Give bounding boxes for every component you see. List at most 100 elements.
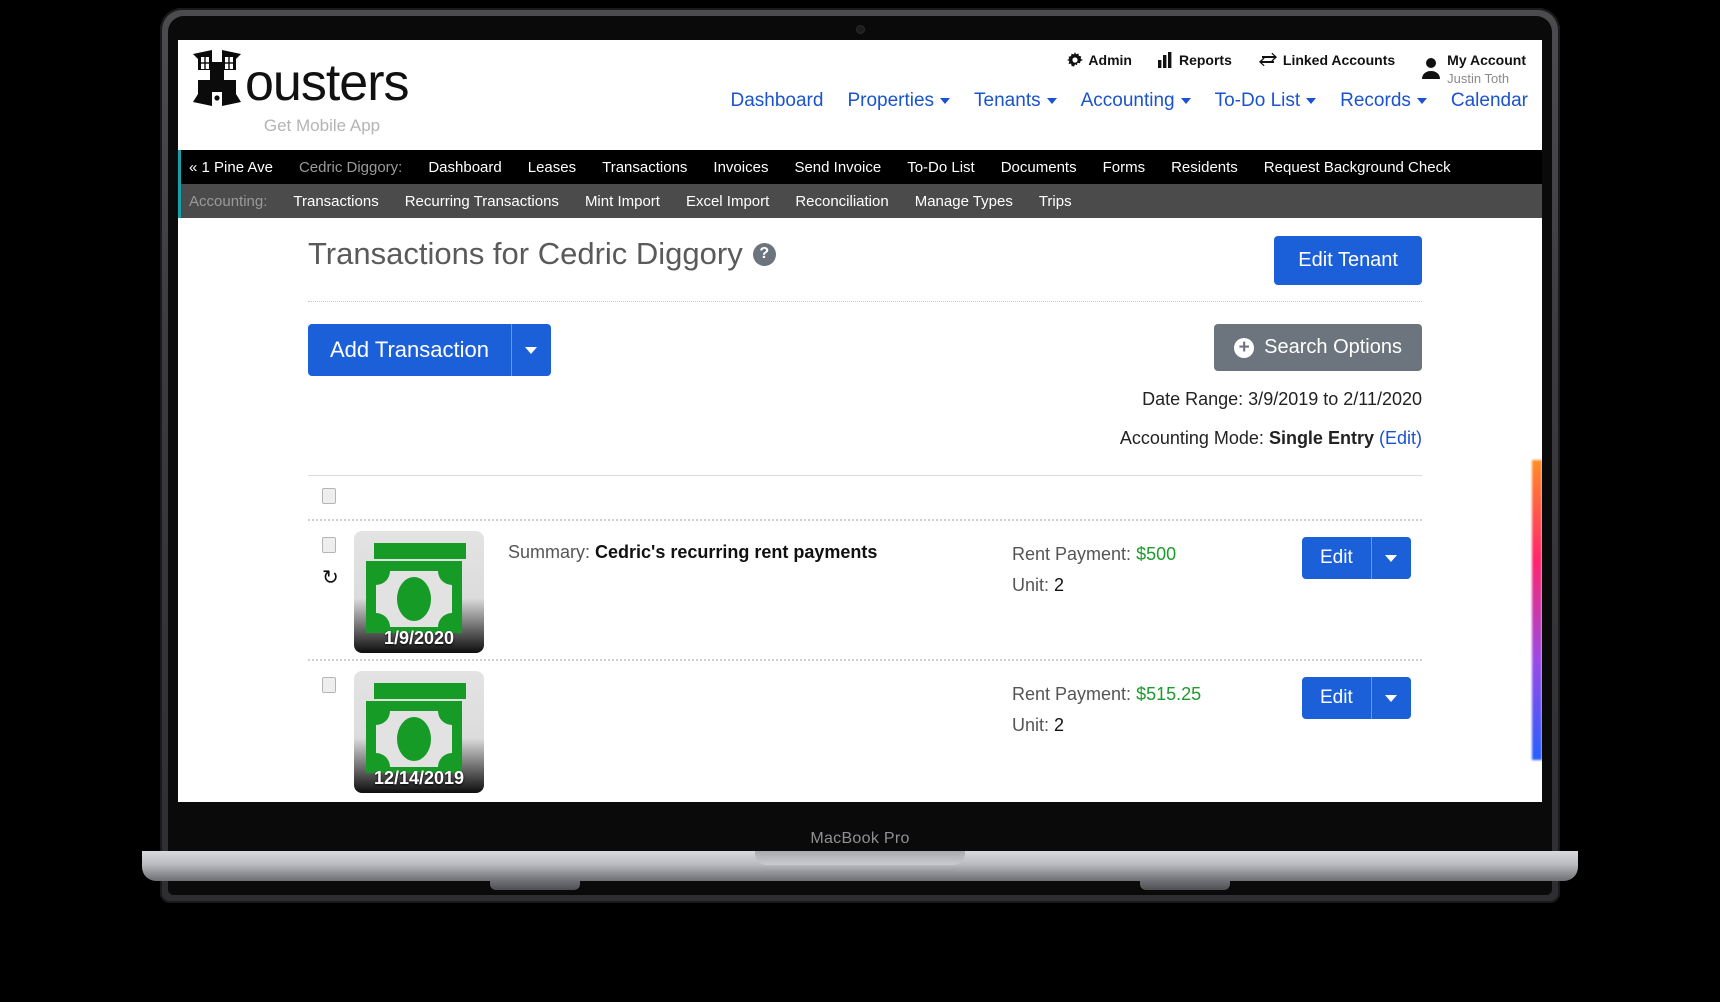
laptop-foot-right: [1140, 881, 1230, 890]
sub-item-recurring-transactions[interactable]: Recurring Transactions: [405, 193, 559, 210]
context-item-forms[interactable]: Forms: [1103, 159, 1146, 176]
add-transaction-dropdown-toggle[interactable]: [510, 324, 551, 376]
row-checkbox[interactable]: [322, 537, 336, 553]
main-content: Transactions for Cedric Diggory ? Edit T…: [178, 218, 1542, 799]
my-account-user: Justin Toth: [1447, 71, 1510, 86]
reports-label: Reports: [1178, 52, 1232, 68]
device-label: MacBook Pro: [810, 830, 910, 847]
accounting-sub-nav: Accounting: Transactions Recurring Trans…: [178, 184, 1542, 218]
laptop-frame: ousters Get Mobile App Admin Reports Lin…: [142, 8, 1578, 918]
title-divider: [308, 301, 1422, 302]
edit-button[interactable]: Edit: [1302, 677, 1371, 719]
laptop-base-notch: [755, 851, 965, 865]
question-mark-icon[interactable]: ?: [752, 242, 776, 266]
context-item-documents[interactable]: Documents: [1001, 159, 1077, 176]
transaction-actions: Edit: [1302, 671, 1422, 719]
context-item-transactions[interactable]: Transactions: [602, 159, 687, 176]
get-mobile-app-link[interactable]: Get Mobile App: [202, 116, 442, 136]
edit-button[interactable]: Edit: [1302, 537, 1371, 579]
nav-todo-list-label: To-Do List: [1214, 90, 1301, 111]
sub-item-mint-import[interactable]: Mint Import: [585, 193, 660, 210]
nav-tenants[interactable]: Tenants: [974, 90, 1057, 112]
search-options-button[interactable]: + Search Options: [1214, 324, 1422, 371]
brand-name: ousters: [245, 54, 410, 112]
context-item-invoices[interactable]: Invoices: [713, 159, 768, 176]
unit-label: Unit:: [1012, 574, 1050, 595]
user-icon: [1421, 57, 1441, 84]
sub-item-reconciliation[interactable]: Reconciliation: [795, 193, 888, 210]
brand-logo[interactable]: ousters Get Mobile App: [190, 48, 442, 136]
chevron-down-icon: [1385, 554, 1398, 562]
add-transaction-button[interactable]: Add Transaction: [308, 324, 511, 376]
row-controls: ↻: [308, 531, 354, 588]
main-nav: Dashboard Properties Tenants Accounting …: [730, 90, 1528, 112]
chevron-down-icon: [525, 346, 538, 354]
nav-calendar[interactable]: Calendar: [1451, 90, 1528, 112]
row-checkbox[interactable]: [322, 677, 336, 693]
sub-item-trips[interactable]: Trips: [1039, 193, 1072, 210]
nav-todo-list[interactable]: To-Do List: [1215, 90, 1317, 112]
laptop-lid: ousters Get Mobile App Admin Reports Lin…: [160, 8, 1560, 903]
accounting-mode-row: Accounting Mode: Single Entry (Edit): [1120, 428, 1422, 449]
nav-records[interactable]: Records: [1340, 90, 1427, 112]
transaction-amount-block: Rent Payment: $515.25 Unit: 2: [1012, 671, 1302, 740]
context-item-residents[interactable]: Residents: [1171, 159, 1238, 176]
context-item-send-invoice[interactable]: Send Invoice: [794, 159, 881, 176]
laptop-foot-left: [490, 881, 580, 890]
table-row: 12/14/2019 Rent Payment: $515.25 Unit: 2…: [308, 661, 1422, 799]
transaction-summary: [484, 671, 1012, 679]
back-to-property-link[interactable]: « 1 Pine Ave: [189, 159, 273, 176]
my-account-menu[interactable]: My Account Justin Toth: [1421, 52, 1526, 88]
chevron-down-icon: [1046, 98, 1057, 104]
transaction-thumbnail[interactable]: 1/9/2020: [354, 531, 484, 653]
sub-item-excel-import[interactable]: Excel Import: [686, 193, 769, 210]
transaction-date: 12/14/2019: [373, 768, 465, 788]
amount-label: Rent Payment:: [1012, 684, 1132, 704]
transaction-thumbnail[interactable]: 12/14/2019: [354, 671, 484, 793]
transaction-amount-block: Rent Payment: $500 Unit: 2: [1012, 531, 1302, 600]
browser-screen: ousters Get Mobile App Admin Reports Lin…: [178, 40, 1542, 802]
context-item-todo-list[interactable]: To-Do List: [907, 159, 975, 176]
edit-split-button: Edit: [1302, 677, 1422, 719]
linked-accounts-link[interactable]: Linked Accounts: [1258, 52, 1395, 68]
nav-dashboard[interactable]: Dashboard: [730, 90, 823, 112]
app-header: ousters Get Mobile App Admin Reports Lin…: [178, 40, 1542, 150]
unit-value: 2: [1054, 714, 1065, 735]
nav-accounting[interactable]: Accounting: [1081, 90, 1191, 112]
accounting-mode-label: Accounting Mode:: [1119, 428, 1264, 448]
nav-properties[interactable]: Properties: [847, 90, 951, 112]
table-row: ↻ 1/9/2020 Summary: Cedric's recurring r…: [308, 521, 1422, 659]
page-title: Transactions for Cedric Diggory ?: [308, 236, 776, 272]
edit-dropdown-toggle[interactable]: [1370, 537, 1411, 579]
admin-link[interactable]: Admin: [1067, 52, 1132, 68]
select-all-checkbox[interactable]: [322, 488, 336, 504]
screen-light-leak: [1532, 460, 1542, 760]
summary-label: Summary:: [508, 542, 591, 562]
context-item-request-background-check[interactable]: Request Background Check: [1264, 159, 1451, 176]
chevron-down-icon: [1306, 98, 1317, 104]
unit-label: Unit:: [1012, 714, 1050, 735]
edit-dropdown-toggle[interactable]: [1370, 677, 1411, 719]
nav-tenants-label: Tenants: [974, 90, 1041, 111]
edit-tenant-button[interactable]: Edit Tenant: [1274, 236, 1422, 285]
house-h-logo-icon: [190, 48, 244, 110]
nav-calendar-label: Calendar: [1450, 90, 1528, 111]
bar-chart-icon: [1157, 52, 1174, 68]
sub-item-manage-types[interactable]: Manage Types: [915, 193, 1013, 210]
accounting-mode-edit-link[interactable]: (Edit): [1379, 428, 1422, 448]
context-item-dashboard[interactable]: Dashboard: [428, 159, 501, 176]
transaction-date: 1/9/2020: [383, 628, 455, 648]
nav-records-label: Records: [1340, 90, 1411, 111]
reports-link[interactable]: Reports: [1157, 52, 1232, 68]
add-transaction-split-button: Add Transaction: [308, 324, 551, 376]
amount-value: $500: [1136, 544, 1177, 564]
exchange-arrows-icon: [1258, 52, 1278, 68]
context-item-leases[interactable]: Leases: [528, 159, 576, 176]
summary-value: Cedric's recurring rent payments: [595, 542, 878, 562]
plus-circle-icon: +: [1234, 337, 1255, 358]
my-account-title: My Account: [1447, 52, 1526, 68]
refresh-icon[interactable]: ↻: [322, 568, 354, 588]
utility-nav: Admin Reports Linked Accounts My Account…: [1067, 52, 1526, 88]
sub-item-transactions[interactable]: Transactions: [293, 193, 378, 210]
context-entity-label: Cedric Diggory:: [298, 158, 403, 176]
